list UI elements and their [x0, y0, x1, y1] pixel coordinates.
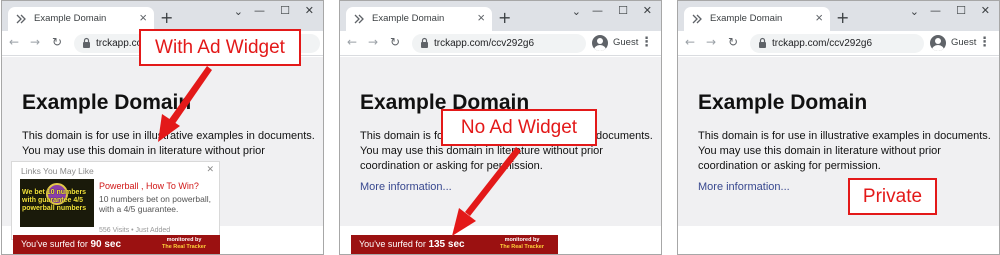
new-tab-button[interactable]: +	[498, 8, 511, 27]
surf-prefix: You've surfed for	[359, 239, 429, 249]
surf-time-text: You've surfed for 135 sec	[359, 239, 465, 250]
double-chevron-icon	[16, 14, 26, 24]
tab-close-icon[interactable]: ×	[477, 10, 485, 25]
callout-private: Private	[848, 178, 937, 215]
forward-button[interactable]: →	[368, 35, 378, 49]
tab-strip: Example Domain × + ⌄ — ☐ ✕	[678, 1, 999, 31]
new-tab-button[interactable]: +	[836, 8, 849, 27]
tracker-brand-name: The Real Tracker	[499, 244, 544, 250]
tracker-bar: You've surfed for 135 sec monitored by T…	[351, 235, 558, 254]
tracker-brand: monitored by The Real Tracker	[162, 237, 206, 251]
tab-search-icon[interactable]: ⌄	[572, 5, 581, 18]
ad-thumbnail-text: We bet 10 numbers with guarantee 4/5 pow…	[22, 189, 87, 212]
back-button[interactable]: ←	[347, 35, 357, 49]
surf-prefix: You've surfed for	[21, 239, 91, 249]
tab-search-icon[interactable]: ⌄	[910, 5, 919, 18]
callout-no-ad-widget: No Ad Widget	[441, 109, 597, 146]
minimize-button[interactable]: —	[592, 4, 603, 17]
more-information-link[interactable]: More information...	[698, 181, 790, 193]
page-paragraph: This domain is for use in illustrative e…	[22, 130, 315, 157]
widget-title: Links You May Like	[21, 166, 94, 176]
tracker-bar: You've surfed for 90 sec monitored by Th…	[13, 235, 220, 254]
minimize-button[interactable]: —	[930, 4, 941, 17]
monitored-by-label: monitored by	[504, 237, 540, 243]
close-window-button[interactable]: ✕	[305, 4, 314, 17]
ad-description: 10 numbers bet on powerball, with a 4/5 …	[99, 194, 211, 214]
lock-icon	[421, 37, 428, 48]
ad-meta: 556 Visits • Just Added	[99, 227, 171, 234]
maximize-button[interactable]: ☐	[280, 4, 290, 17]
page-content: Example Domain This domain is for use in…	[678, 57, 999, 226]
page-heading: Example Domain	[698, 91, 868, 114]
tab-title: Example Domain	[710, 13, 783, 24]
tracker-brand: monitored by The Real Tracker	[500, 237, 544, 251]
tab-search-icon[interactable]: ⌄	[234, 5, 243, 18]
lock-icon	[83, 37, 90, 48]
more-menu-icon[interactable]: ⋮	[978, 35, 991, 50]
page-bottom	[678, 226, 999, 254]
ad-thumbnail[interactable]: We bet 10 numbers with guarantee 4/5 pow…	[20, 179, 94, 227]
ad-widget[interactable]: Links You May Like ✕ We bet 10 numbers w…	[11, 161, 220, 240]
lock-icon	[759, 37, 766, 48]
back-button[interactable]: ←	[685, 35, 695, 49]
minimize-button[interactable]: —	[254, 4, 265, 17]
reload-button[interactable]: ↻	[728, 35, 738, 49]
page-heading: Example Domain	[22, 91, 192, 114]
tab-strip: Example Domain × + ⌄ — ☐ ✕	[340, 1, 661, 31]
maximize-button[interactable]: ☐	[956, 4, 966, 17]
guest-label: Guest	[951, 37, 977, 48]
tab-title: Example Domain	[372, 13, 445, 24]
page-paragraph: This domain is for use in illustrative e…	[698, 130, 991, 172]
more-menu-icon[interactable]: ⋮	[640, 35, 653, 50]
widget-close-icon[interactable]: ✕	[206, 164, 214, 175]
surf-time-text: You've surfed for 90 sec	[21, 239, 121, 250]
forward-button[interactable]: →	[30, 35, 40, 49]
toolbar: ← → ↻ trckapp.com/ccv292g6 Guest ⋮	[678, 31, 999, 56]
close-window-button[interactable]: ✕	[643, 4, 652, 17]
monitored-by-label: monitored by	[166, 237, 202, 243]
address-bar[interactable]: trckapp.com/ccv292g6	[750, 34, 924, 53]
tab-example-domain[interactable]: Example Domain ×	[684, 7, 830, 31]
avatar-icon	[592, 35, 608, 51]
url-text: trckapp.com/ccv292g6	[434, 38, 535, 49]
reload-button[interactable]: ↻	[390, 35, 400, 49]
tab-close-icon[interactable]: ×	[815, 10, 823, 25]
tab-title: Example Domain	[34, 13, 107, 24]
callout-with-ad-widget: With Ad Widget	[139, 29, 301, 66]
double-chevron-icon	[354, 14, 364, 24]
avatar-icon	[930, 35, 946, 51]
url-text: trckapp.com/ccv292g6	[772, 38, 873, 49]
new-tab-button[interactable]: +	[160, 8, 173, 27]
tab-close-icon[interactable]: ×	[139, 10, 147, 25]
close-window-button[interactable]: ✕	[981, 4, 990, 17]
more-information-link[interactable]: More information...	[360, 181, 452, 193]
ad-title-link[interactable]: Powerball , How To Win?	[99, 181, 199, 191]
double-chevron-icon	[692, 14, 702, 24]
tab-example-domain[interactable]: Example Domain ×	[346, 7, 492, 31]
address-bar[interactable]: trckapp.com/ccv292g6	[412, 34, 586, 53]
maximize-button[interactable]: ☐	[618, 4, 628, 17]
tracker-brand-name: The Real Tracker	[161, 244, 206, 250]
back-button[interactable]: ←	[9, 35, 19, 49]
forward-button[interactable]: →	[706, 35, 716, 49]
surf-seconds: 135 sec	[428, 239, 465, 250]
guest-label: Guest	[613, 37, 639, 48]
browser-window-3: Example Domain × + ⌄ — ☐ ✕ ← → ↻ trckapp…	[677, 0, 1000, 255]
reload-button[interactable]: ↻	[52, 35, 62, 49]
tab-strip: Example Domain × + ⌄ — ☐ ✕	[2, 1, 323, 31]
toolbar: ← → ↻ trckapp.com/ccv292g6 Guest ⋮	[340, 31, 661, 56]
surf-seconds: 90 sec	[90, 239, 122, 250]
tab-example-domain[interactable]: Example Domain ×	[8, 7, 154, 31]
